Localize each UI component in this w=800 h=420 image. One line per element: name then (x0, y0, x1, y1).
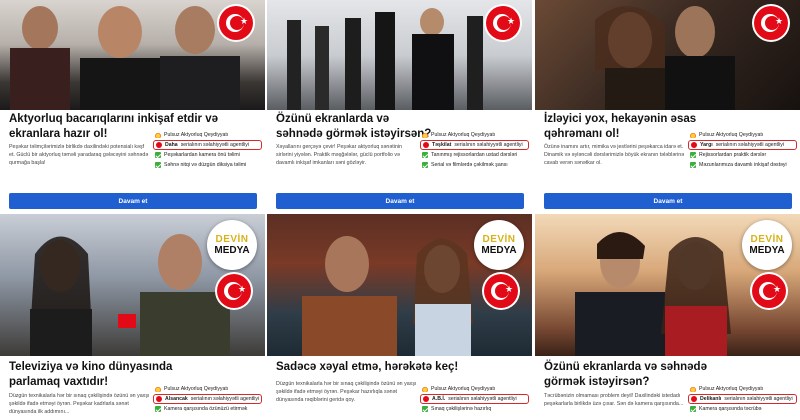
turkey-flag-icon: ★ (219, 6, 253, 40)
check-icon (422, 406, 428, 412)
ad-photo-1[interactable]: ★ (0, 0, 265, 110)
agency-highlight-5: A.B.İ. serialının səlahiyyətli agentliyi (420, 394, 529, 404)
ad-card-2[interactable]: ★ Özünü ekranlarda və səhnədə görmək ist… (267, 0, 532, 212)
turkey-flag-icon (691, 396, 697, 402)
turkey-flag-icon (156, 396, 162, 402)
check-icon (690, 162, 696, 168)
ad-photo-6[interactable]: DEVİN MEDYA ★ (535, 214, 800, 356)
ad-description-6: Təcrübənizin olmaması problem deyil! Dax… (544, 393, 684, 408)
ad-title-5: Sadəcə xəyal etmə, hərəkətə keç! (276, 361, 459, 373)
check-icon (155, 162, 161, 168)
agency-highlight-1: Daha serialının səlahiyyətli agentliyi (153, 140, 262, 150)
ad-card-4[interactable]: DEVİN MEDYA ★ Televiziya və kino dünyasın… (0, 214, 265, 420)
check-icon (690, 152, 696, 158)
ad-card-1[interactable]: ★ Aktyorluq bacarıqlarını inkişaf etdir … (0, 0, 265, 212)
ad-card-5[interactable]: DEVİN MEDYA ★ Sadəcə xəyal etmə, hərəkətə… (267, 214, 532, 420)
check-icon (155, 406, 161, 412)
turkey-flag-icon (423, 142, 429, 148)
fire-icon (155, 132, 161, 138)
turkey-flag-icon: ★ (217, 274, 251, 308)
devin-medya-logo: DEVİN MEDYA (742, 220, 792, 270)
ad-description-1: Peşəkar təlimçilərimizlə birlikdə daxili… (9, 144, 149, 167)
feature-list-1: Pulsuz Aktyorluq Qeydiyyatı Daha serialın… (153, 130, 262, 170)
ad-photo-4[interactable]: DEVİN MEDYA ★ (0, 214, 265, 356)
feature-list-5: Pulsuz Aktyorluq Qeydiyyatı A.B.İ. serial… (420, 384, 529, 414)
fire-icon (690, 386, 696, 392)
devin-medya-logo: DEVİN MEDYA (207, 220, 257, 270)
ad-description-5: Düzgün texnikalarla hər bir sınaq çəkili… (276, 381, 417, 404)
fire-icon (422, 386, 428, 392)
turkey-flag-icon (156, 142, 162, 148)
turkey-flag-icon (423, 396, 429, 402)
continue-button-1[interactable]: Davam et (9, 193, 257, 209)
fire-icon (155, 386, 161, 392)
ad-photo-2[interactable]: ★ (267, 0, 532, 110)
agency-highlight-2: Təşkilat serialının səlahiyyətli agentliy… (420, 140, 529, 150)
turkey-flag-icon (691, 142, 697, 148)
ad-photo-3[interactable]: ★ (535, 0, 800, 110)
check-icon (690, 406, 696, 412)
ad-photo-5[interactable]: DEVİN MEDYA ★ (267, 214, 532, 356)
agency-highlight-3: Yargı serialının səlahiyyətli agentliyi (688, 140, 797, 150)
feature-list-6: Pulsuz Aktyorluq Qeydiyyatı Delikanlı ser… (688, 384, 797, 414)
devin-medya-logo: DEVİN MEDYA (474, 220, 524, 270)
turkey-flag-icon: ★ (484, 274, 518, 308)
agency-highlight-4: Alsancak serialının səlahiyyətli agentliy… (153, 394, 262, 404)
check-icon (422, 152, 428, 158)
check-icon (422, 162, 428, 168)
ad-description-4: Düzgün texnikalarla hər bir sınaq çəkili… (9, 393, 150, 416)
turkey-flag-icon: ★ (486, 6, 520, 40)
ad-description-2: Xəyallarını gerçəyə çevir! Peşəkar aktyo… (276, 144, 403, 167)
fire-icon (690, 132, 696, 138)
ad-description-3: Özünə inamını artır, mimika və jestlərin… (544, 144, 685, 167)
continue-button-2[interactable]: Davam et (276, 193, 524, 209)
continue-button-3[interactable]: Davam et (544, 193, 792, 209)
fire-icon (422, 132, 428, 138)
turkey-flag-icon: ★ (752, 274, 786, 308)
check-icon (155, 152, 161, 158)
ad-title-4: Televiziya və kino dünyasında parlamaq v… (9, 361, 173, 388)
agency-highlight-6: Delikanlı serialının səlahiyyətli agentli… (688, 394, 797, 404)
ad-card-3[interactable]: ★ İzləyici yox, hekayənin əsas qəhrəmanı… (535, 0, 800, 212)
turkey-flag-icon: ★ (754, 6, 788, 40)
ad-grid: ★ Aktyorluq bacarıqlarını inkişaf etdir … (0, 0, 800, 420)
feature-list-2: Pulsuz Aktyorluq Qeydiyyatı Təşkilat seri… (420, 130, 529, 170)
ad-title-2: Özünü ekranlarda və səhnədə görmək istəy… (276, 113, 432, 140)
feature-list-3: Pulsuz Aktyorluq Qeydiyyatı Yargı serialı… (688, 130, 797, 170)
ad-card-6[interactable]: DEVİN MEDYA ★ Özünü ekranlarda və səhnədə… (535, 214, 800, 420)
feature-list-4: Pulsuz Aktyorluq Qeydiyyatı Alsancak seri… (153, 384, 262, 414)
